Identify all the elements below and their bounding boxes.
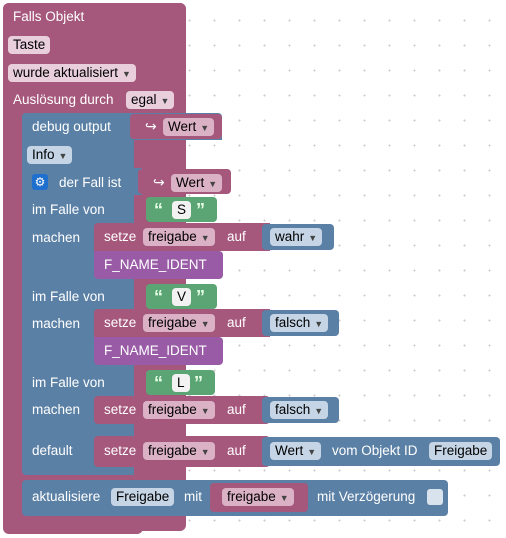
gear-icon[interactable]: ⚙ <box>32 174 48 190</box>
switch-value-dropdown[interactable]: Wert ▼ <box>171 174 223 192</box>
set-label: setze <box>104 443 137 458</box>
case-value-field[interactable]: V <box>172 288 192 306</box>
variable-dropdown[interactable]: freigabe ▼ <box>143 314 215 332</box>
do-label: machen <box>32 402 81 417</box>
to-label: auf <box>227 315 246 330</box>
update-object-field[interactable]: Freigabe <box>111 488 175 506</box>
default-label: default <box>32 443 73 458</box>
switch-label: der Fall ist <box>59 175 122 190</box>
case-value-field[interactable]: L <box>172 374 190 392</box>
to-label: auf <box>227 443 246 458</box>
case-label: im Falle von <box>32 289 105 304</box>
case-label: im Falle von <box>32 375 105 390</box>
from-object-label: vom Objekt ID <box>332 443 418 458</box>
set-label: setze <box>104 315 137 330</box>
set-label: setze <box>104 229 137 244</box>
trigger-dropdown[interactable]: wurde aktualisiert ▼ <box>8 64 136 82</box>
debug-value-dropdown[interactable]: Wert ▼ <box>163 118 215 136</box>
object-name-field[interactable]: Taste <box>8 36 51 54</box>
close-quote-icon: ” <box>196 200 205 220</box>
delay-label: mit Verzögerung <box>317 489 416 504</box>
object-id-field[interactable]: Freigabe <box>429 442 493 460</box>
set-label: setze <box>104 402 137 417</box>
boolean-dropdown[interactable]: falsch ▼ <box>270 401 329 419</box>
variable-dropdown[interactable]: freigabe ▼ <box>143 442 215 460</box>
to-label: auf <box>227 229 246 244</box>
open-quote-icon: “ <box>154 373 163 393</box>
do-label: machen <box>32 230 81 245</box>
trigger-value-dropdown[interactable]: egal ▼ <box>126 91 175 109</box>
variable-dropdown[interactable]: freigabe ▼ <box>143 228 215 246</box>
event-title: Falls Objekt <box>13 9 85 24</box>
boolean-dropdown[interactable]: falsch ▼ <box>270 314 329 332</box>
variable-dropdown[interactable]: freigabe ▼ <box>143 401 215 419</box>
open-quote-icon: “ <box>154 287 163 307</box>
open-quote-icon: “ <box>154 200 163 220</box>
do-label: machen <box>32 316 81 331</box>
function-name: F_NAME_IDENT <box>104 343 207 358</box>
debug-output-label: debug output <box>32 119 111 134</box>
update-label: aktualisiere <box>32 489 101 504</box>
return-arrow-icon: ↪ <box>145 118 157 134</box>
boolean-dropdown[interactable]: wahr ▼ <box>270 228 323 246</box>
trigger-label: Auslösung durch <box>13 92 114 107</box>
with-label: mit <box>184 489 202 504</box>
delay-checkbox[interactable] <box>427 489 443 505</box>
return-arrow-icon: ↪ <box>153 174 165 190</box>
attribute-dropdown[interactable]: Wert ▼ <box>270 442 322 460</box>
to-label: auf <box>227 402 246 417</box>
close-quote-icon: ” <box>194 373 203 393</box>
function-name: F_NAME_IDENT <box>104 257 207 272</box>
close-quote-icon: ” <box>196 287 205 307</box>
debug-level-dropdown[interactable]: Info ▼ <box>27 146 73 164</box>
variable-dropdown[interactable]: freigabe ▼ <box>222 488 294 506</box>
case-value-field[interactable]: S <box>172 201 192 219</box>
case-label: im Falle von <box>32 202 105 217</box>
